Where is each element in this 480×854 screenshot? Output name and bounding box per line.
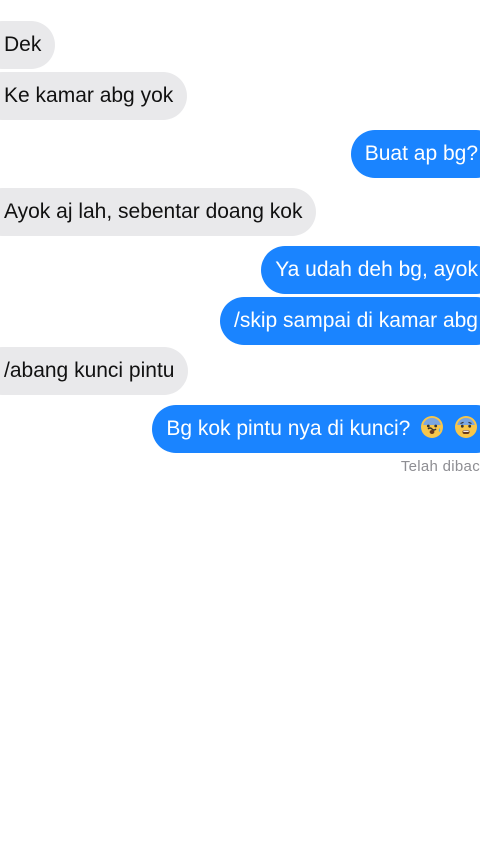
message-text: /skip sampai di kamar abg	[234, 309, 478, 332]
message-bubble-incoming[interactable]: Ayok aj lah, sebentar doang kok	[0, 188, 317, 236]
message-bubble-incoming[interactable]: Ke kamar abg yok	[0, 72, 188, 120]
read-receipt: Telah dibac	[400, 458, 480, 475]
fearful-face-icon	[455, 416, 477, 438]
message-bubble-outgoing[interactable]: /skip sampai di kamar abg	[220, 297, 480, 345]
message-text: Bg kok pintu nya di kunci?	[166, 417, 411, 440]
message-bubble-outgoing[interactable]: Bg kok pintu nya di kunci?	[152, 405, 480, 453]
anxious-face-icon	[421, 416, 444, 438]
message-text: Dek	[4, 33, 42, 56]
message-text: Ke kamar abg yok	[4, 84, 174, 107]
message-bubble-incoming[interactable]: Dek	[0, 21, 56, 69]
message-bubble-outgoing[interactable]: Buat ap bg?	[350, 130, 480, 178]
message-text: Ayok aj lah, sebentar doang kok	[4, 200, 303, 223]
message-bubble-outgoing[interactable]: Ya udah deh bg, ayok	[261, 246, 480, 294]
chat-thread: Dek Ke kamar abg yok Buat ap bg? Ayok aj…	[0, 0, 480, 854]
message-text: /abang kunci pintu	[4, 359, 175, 382]
message-text: Ya udah deh bg, ayok	[275, 258, 478, 281]
message-bubble-incoming[interactable]: /abang kunci pintu	[0, 347, 189, 395]
message-text: Buat ap bg?	[364, 142, 478, 165]
